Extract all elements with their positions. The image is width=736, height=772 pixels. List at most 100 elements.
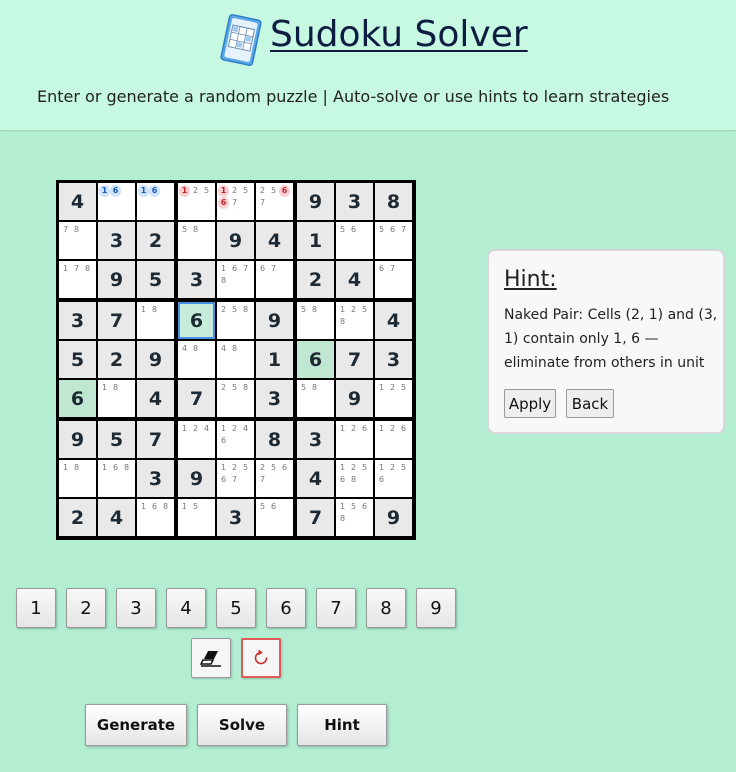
sudoku-cell[interactable]: 126: [336, 421, 373, 458]
sudoku-cell[interactable]: 9: [336, 380, 373, 417]
sudoku-cell[interactable]: 3: [375, 341, 412, 378]
sudoku-cell[interactable]: 5: [137, 261, 174, 298]
sudoku-cell[interactable]: 2: [297, 261, 334, 298]
sudoku-cell[interactable]: 18: [59, 460, 96, 497]
sudoku-cell[interactable]: 9: [256, 302, 293, 339]
sudoku-cell[interactable]: 125 68: [336, 460, 373, 497]
number-button-7[interactable]: 7: [316, 588, 356, 628]
sudoku-cell[interactable]: 5: [98, 421, 135, 458]
apply-button[interactable]: Apply: [504, 389, 556, 418]
sudoku-cell[interactable]: 125 67: [217, 460, 254, 497]
sudoku-cell[interactable]: 1: [297, 222, 334, 259]
sudoku-cell[interactable]: 6: [178, 302, 215, 339]
sudoku-cell[interactable]: 48: [178, 341, 215, 378]
page-title: Sudoku Solver: [270, 14, 528, 55]
sudoku-cell[interactable]: 4: [137, 380, 174, 417]
sudoku-cell[interactable]: 3: [297, 421, 334, 458]
sudoku-cell[interactable]: 48: [217, 341, 254, 378]
number-button-5[interactable]: 5: [216, 588, 256, 628]
sudoku-cell[interactable]: 58: [297, 302, 334, 339]
sudoku-cell[interactable]: 8: [256, 421, 293, 458]
sudoku-cell[interactable]: 4: [336, 261, 373, 298]
sudoku-cell[interactable]: 7: [336, 341, 373, 378]
sudoku-cell[interactable]: 124: [178, 421, 215, 458]
sudoku-cell[interactable]: 9: [98, 261, 135, 298]
sudoku-cell[interactable]: 2: [98, 341, 135, 378]
sudoku-cell[interactable]: 124 6: [217, 421, 254, 458]
erase-button[interactable]: [191, 638, 231, 678]
sudoku-cell[interactable]: 258: [217, 302, 254, 339]
sudoku-cell[interactable]: 3: [98, 222, 135, 259]
sudoku-cell[interactable]: 2: [137, 222, 174, 259]
sudoku-cell[interactable]: 4: [256, 222, 293, 259]
sudoku-cell[interactable]: 126: [375, 421, 412, 458]
sudoku-cell[interactable]: 7: [297, 499, 334, 536]
reset-button[interactable]: [241, 638, 281, 678]
sudoku-cell[interactable]: 256 7: [256, 183, 293, 220]
sudoku-cell[interactable]: 58: [297, 380, 334, 417]
sudoku-cell[interactable]: 7: [98, 302, 135, 339]
sudoku-cell[interactable]: 78: [59, 222, 96, 259]
sudoku-cell[interactable]: 18: [98, 380, 135, 417]
sudoku-cell[interactable]: 58: [178, 222, 215, 259]
sudoku-cell[interactable]: 16: [137, 183, 174, 220]
sudoku-cell[interactable]: 8: [375, 183, 412, 220]
sudoku-cell[interactable]: 7: [178, 380, 215, 417]
sudoku-cell[interactable]: 56: [256, 499, 293, 536]
sudoku-cell[interactable]: 258: [217, 380, 254, 417]
sudoku-cell[interactable]: 4: [59, 183, 96, 220]
sudoku-cell[interactable]: 3: [256, 380, 293, 417]
sudoku-cell[interactable]: 67: [256, 261, 293, 298]
sudoku-cell[interactable]: 125 8: [336, 302, 373, 339]
sudoku-cell[interactable]: 9: [59, 421, 96, 458]
sudoku-cell[interactable]: 168: [98, 460, 135, 497]
sudoku-cell[interactable]: 6: [297, 341, 334, 378]
sudoku-cell[interactable]: 7: [137, 421, 174, 458]
sudoku-cell[interactable]: 4: [98, 499, 135, 536]
sudoku-cell[interactable]: 15: [178, 499, 215, 536]
sudoku-cell[interactable]: 125: [178, 183, 215, 220]
back-button[interactable]: Back: [566, 389, 614, 418]
sudoku-cell[interactable]: 56: [336, 222, 373, 259]
sudoku-cell[interactable]: 3: [59, 302, 96, 339]
sudoku-cell[interactable]: 2: [59, 499, 96, 536]
sudoku-cell[interactable]: 18: [137, 302, 174, 339]
sudoku-cell[interactable]: 168: [137, 499, 174, 536]
solve-button[interactable]: Solve: [197, 704, 287, 746]
sudoku-cell[interactable]: 9: [137, 341, 174, 378]
sudoku-cell[interactable]: 3: [217, 499, 254, 536]
sudoku-cell[interactable]: 178: [59, 261, 96, 298]
number-button-8[interactable]: 8: [366, 588, 406, 628]
sudoku-cell[interactable]: 4: [375, 302, 412, 339]
number-button-4[interactable]: 4: [166, 588, 206, 628]
sudoku-cell[interactable]: 4: [297, 460, 334, 497]
sudoku-cell[interactable]: 3: [336, 183, 373, 220]
number-button-6[interactable]: 6: [266, 588, 306, 628]
sudoku-cell[interactable]: 1678: [217, 261, 254, 298]
sudoku-cell[interactable]: 3: [178, 261, 215, 298]
number-button-1[interactable]: 1: [16, 588, 56, 628]
sudoku-cell[interactable]: 9: [375, 499, 412, 536]
sudoku-cell[interactable]: 3: [137, 460, 174, 497]
sudoku-cell[interactable]: 9: [217, 222, 254, 259]
generate-button[interactable]: Generate: [85, 704, 187, 746]
sudoku-cell[interactable]: 1568: [336, 499, 373, 536]
sudoku-cell[interactable]: 567: [375, 222, 412, 259]
number-button-2[interactable]: 2: [66, 588, 106, 628]
candidate-note: 5: [361, 463, 368, 472]
sudoku-cell[interactable]: 6: [59, 380, 96, 417]
number-button-9[interactable]: 9: [416, 588, 456, 628]
sudoku-cell[interactable]: 1: [256, 341, 293, 378]
hint-button[interactable]: Hint: [297, 704, 387, 746]
sudoku-cell[interactable]: 67: [375, 261, 412, 298]
sudoku-cell[interactable]: 125: [375, 380, 412, 417]
sudoku-cell[interactable]: 9: [297, 183, 334, 220]
sudoku-cell[interactable]: 125 67: [217, 183, 254, 220]
sudoku-cell[interactable]: 9: [178, 460, 215, 497]
sudoku-cell[interactable]: 256 7: [256, 460, 293, 497]
number-button-3[interactable]: 3: [116, 588, 156, 628]
cell-value: 7: [347, 348, 362, 371]
sudoku-cell[interactable]: 5: [59, 341, 96, 378]
sudoku-cell[interactable]: 125 6: [375, 460, 412, 497]
sudoku-cell[interactable]: 16: [98, 183, 135, 220]
